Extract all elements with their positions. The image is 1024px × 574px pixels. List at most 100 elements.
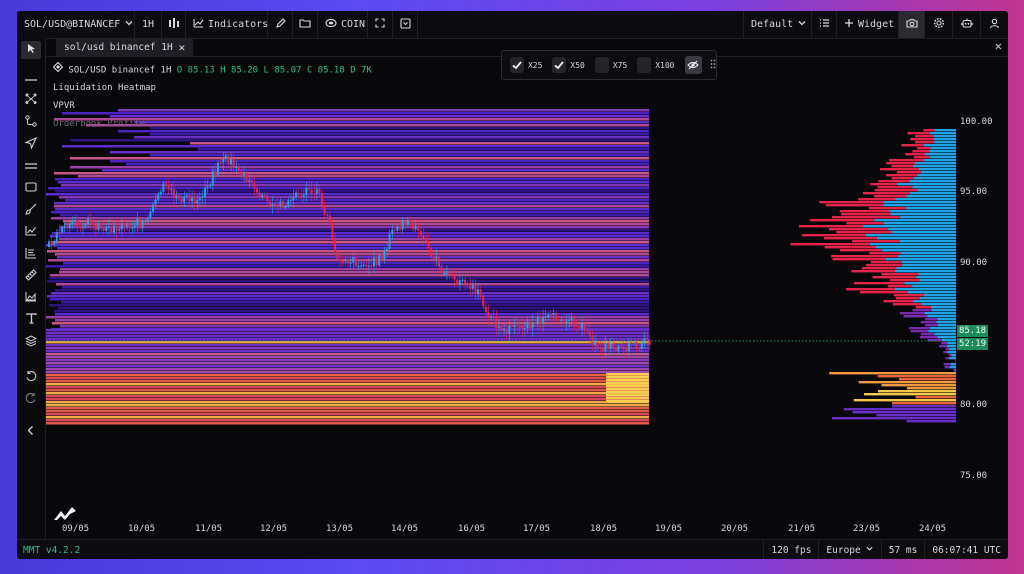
candle-body: [547, 314, 550, 318]
candle-body: [209, 184, 212, 187]
candle-body: [638, 348, 641, 350]
arrow-tool[interactable]: [21, 135, 41, 153]
text-tool[interactable]: [21, 311, 41, 329]
interval-selector[interactable]: 1H: [135, 11, 162, 38]
fib-tool[interactable]: [21, 245, 41, 263]
candle-body: [648, 339, 651, 346]
camera-button[interactable]: [898, 11, 924, 38]
candle-body: [549, 314, 552, 317]
version-label: MMT v4.2.2: [23, 544, 81, 556]
x100-checkbox[interactable]: [637, 57, 652, 73]
drag-handle-icon[interactable]: [710, 59, 716, 71]
vpvr-sell-bar: [910, 138, 934, 141]
list-button[interactable]: [811, 11, 836, 38]
candle-body: [313, 193, 316, 195]
chart-tab[interactable]: sol/usd binancef 1H ✕: [56, 38, 194, 56]
vpvr-buy-bar: [897, 255, 956, 258]
trend-tool[interactable]: [21, 223, 41, 241]
candle-body: [66, 226, 69, 229]
vpvr-sell-bar: [879, 168, 919, 171]
x75-checkbox[interactable]: [594, 57, 609, 73]
candle-body: [614, 347, 617, 351]
vpvr-sell-bar: [839, 210, 890, 213]
bot-button[interactable]: [952, 11, 980, 38]
vpvr-sell-bar: [831, 216, 901, 219]
candle-body: [448, 272, 451, 276]
drawing-button[interactable]: [268, 11, 293, 38]
candle-body: [282, 201, 284, 209]
indicators-button[interactable]: Indicators: [186, 11, 268, 38]
candle-body: [139, 218, 141, 228]
candle-body: [188, 195, 191, 202]
vpvr-sell-bar: [907, 132, 930, 135]
parallel-lines-tool[interactable]: [21, 157, 41, 175]
vpvr-buy-bar: [954, 369, 956, 372]
layers-tool[interactable]: [21, 333, 41, 351]
account-button[interactable]: [980, 11, 1008, 38]
candle-body: [146, 218, 149, 222]
redo-button[interactable]: [21, 390, 41, 408]
hide-button[interactable]: [684, 56, 702, 74]
heatmap-band: [46, 353, 649, 356]
layout-selector[interactable]: Default: [743, 11, 811, 38]
heatmap-band: [51, 292, 649, 295]
candle-body: [53, 241, 56, 245]
heatmap-band: [62, 286, 649, 289]
settings-button[interactable]: [924, 11, 952, 38]
vpvr-sell-bar: [920, 321, 937, 324]
fullscreen-button[interactable]: [368, 11, 393, 38]
candle-body: [344, 259, 347, 262]
candle-body: [544, 317, 547, 319]
coin-button[interactable]: COIN: [318, 11, 368, 38]
undo-button[interactable]: [21, 368, 41, 386]
rectangle-tool[interactable]: [21, 179, 41, 197]
legend-heatmap[interactable]: Liquidation Heatmap: [53, 79, 372, 97]
candle-body: [341, 261, 344, 263]
region-selector[interactable]: Europe: [818, 540, 880, 559]
vpvr-buy-bar: [923, 159, 956, 162]
heatmap-band: [54, 172, 649, 175]
candle-body: [175, 195, 178, 199]
close-icon[interactable]: ✕: [179, 41, 186, 54]
heatmap-band: [46, 413, 649, 416]
chart-type-button[interactable]: [162, 11, 186, 38]
candle-body: [336, 251, 339, 260]
latency-label: 57 ms: [888, 544, 918, 556]
candle-body: [92, 223, 95, 225]
vpvr-sell-bar: [859, 291, 908, 294]
candle-body: [271, 204, 274, 206]
candle-body: [68, 223, 71, 229]
add-widget-button[interactable]: Widget: [836, 11, 898, 38]
folder-button[interactable]: [293, 11, 318, 38]
vpvr-buy-bar: [918, 168, 956, 171]
legend-vpvr[interactable]: VPVR: [53, 97, 372, 115]
candle-body: [422, 235, 425, 240]
cursor-tool[interactable]: [21, 41, 41, 59]
candle-body: [318, 188, 321, 194]
network-tool[interactable]: [21, 91, 41, 109]
candle-body: [113, 225, 115, 233]
candle-body: [573, 318, 576, 327]
screenshot-menu-button[interactable]: [393, 11, 418, 38]
leverage-filter-panel: X25 X50 X75 X100: [501, 50, 717, 80]
candle-body: [323, 205, 326, 215]
x25-checkbox[interactable]: [510, 57, 524, 73]
x50-checkbox[interactable]: [552, 57, 567, 73]
vpvr-sell-bar: [832, 258, 886, 261]
brush-tool[interactable]: [21, 201, 41, 219]
vpvr-sell-bar: [824, 237, 877, 240]
legend-orderbook[interactable]: Orderbook Profile: [53, 115, 372, 133]
collapse-toolbar-button[interactable]: [21, 423, 41, 441]
measure-tool[interactable]: [21, 289, 41, 307]
candle-body: [503, 328, 505, 331]
symbol-selector[interactable]: SOL/USD@BINANCEF: [17, 11, 135, 38]
folder-icon: [299, 18, 311, 31]
heatmap-band: [46, 392, 649, 395]
candle-body: [58, 232, 61, 234]
path-tool[interactable]: [21, 113, 41, 131]
vpvr-sell-bar: [891, 165, 913, 168]
horizontal-line-tool[interactable]: [21, 69, 41, 87]
ruler-tool[interactable]: [21, 267, 41, 285]
close-panel-icon[interactable]: ✕: [995, 39, 1002, 53]
heatmap-band: [55, 319, 649, 322]
